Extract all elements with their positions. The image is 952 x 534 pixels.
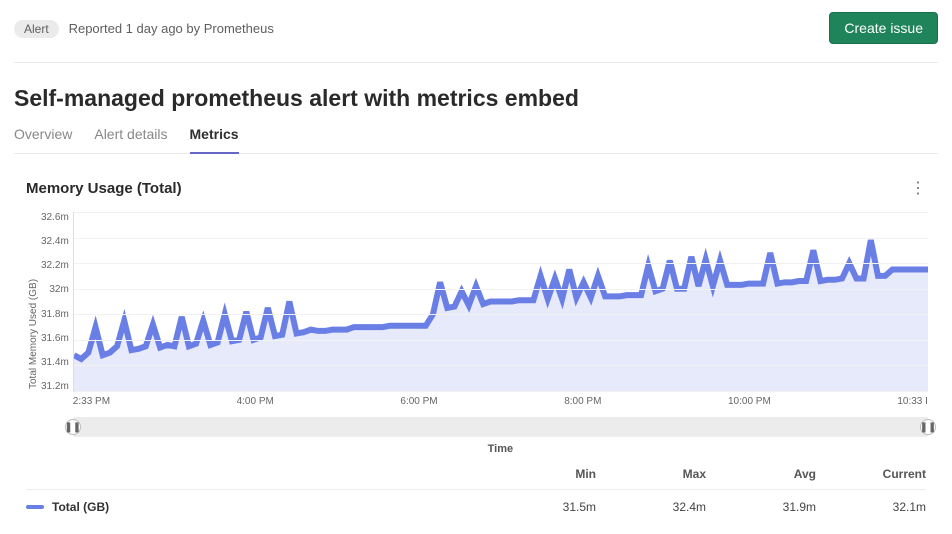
series-swatch-icon: [26, 505, 44, 509]
stats-table: Min Max Avg Current Total (GB) 31.5m 32.…: [26, 467, 926, 514]
tabs: Overview Alert details Metrics: [14, 126, 938, 154]
x-axis-ticks: 2:33 PM4:00 PM6:00 PM8:00 PM10:00 PM10:3…: [73, 392, 928, 407]
scrubber-handle-right[interactable]: ❚❚: [920, 419, 936, 435]
y-axis-ticks: 32.6m32.4m32.2m32m31.8m31.6m31.4m31.2m: [41, 212, 73, 392]
alert-meta: Alert Reported 1 day ago by Prometheus: [14, 20, 274, 36]
scrubber-handle-left[interactable]: ❚❚: [65, 419, 81, 435]
chart-title: Memory Usage (Total): [26, 180, 182, 197]
alert-badge: Alert: [14, 20, 59, 38]
create-issue-button[interactable]: Create issue: [829, 12, 938, 44]
page-title: Self-managed prometheus alert with metri…: [14, 85, 938, 112]
series-label: Total (GB): [26, 500, 486, 514]
chart-menu-icon[interactable]: ⋮: [902, 174, 934, 202]
chart-plot[interactable]: [73, 212, 928, 392]
stats-col-current: Current: [816, 467, 926, 481]
top-bar: Alert Reported 1 day ago by Prometheus C…: [14, 12, 938, 63]
stats-col-max: Max: [596, 467, 706, 481]
y-axis-label: Total Memory Used (GB): [26, 212, 41, 455]
tab-alert-details[interactable]: Alert details: [94, 126, 167, 153]
stats-col-min: Min: [486, 467, 596, 481]
time-scrubber[interactable]: ❚❚ ❚❚: [73, 417, 928, 437]
x-axis-label: Time: [73, 443, 928, 455]
tab-overview[interactable]: Overview: [14, 126, 72, 153]
stats-col-avg: Avg: [706, 467, 816, 481]
table-row: Total (GB) 31.5m 32.4m 31.9m 32.1m: [26, 490, 926, 514]
tab-metrics[interactable]: Metrics: [190, 126, 239, 154]
reported-text: Reported 1 day ago by Prometheus: [69, 21, 274, 36]
